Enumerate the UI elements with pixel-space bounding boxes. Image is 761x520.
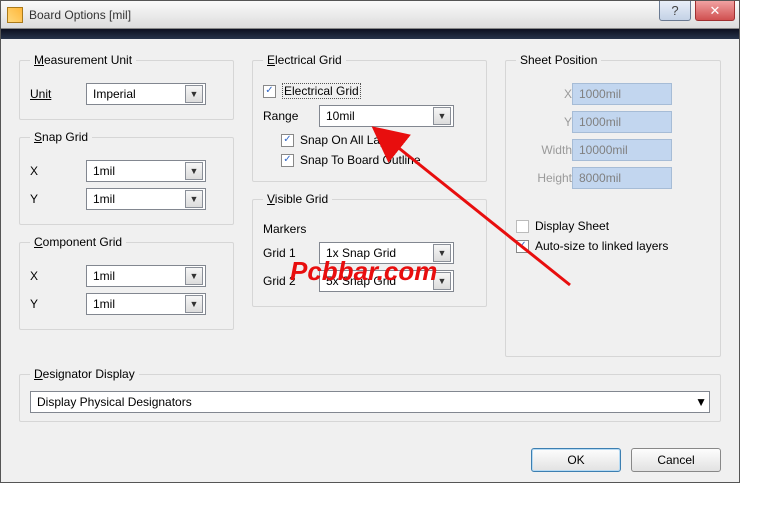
- electrical-grid-legend: Electrical Grid: [263, 53, 346, 67]
- window-title: Board Options [mil]: [29, 8, 131, 22]
- range-value: 10mil: [326, 109, 355, 123]
- sheet-position-legend: Sheet Position: [516, 53, 601, 67]
- designator-display-group: Designator Display Display Physical Desi…: [19, 367, 721, 422]
- unit-value: Imperial: [93, 87, 136, 101]
- chevron-down-icon: ▼: [185, 162, 203, 180]
- sheet-y-input[interactable]: 1000mil: [572, 111, 672, 133]
- designator-value: Display Physical Designators: [37, 395, 192, 409]
- cancel-button[interactable]: Cancel: [631, 448, 721, 472]
- autosize-label: Auto-size to linked layers: [535, 239, 668, 253]
- sheet-x-input[interactable]: 1000mil: [572, 83, 672, 105]
- checkbox-icon: ✓: [281, 134, 294, 147]
- close-button[interactable]: ✕: [695, 1, 735, 21]
- snap-x-value: 1mil: [93, 164, 115, 178]
- sheet-position-group: Sheet Position X 1000mil Y 1000mil Width…: [505, 53, 721, 357]
- comp-y-select[interactable]: 1mil ▼: [86, 293, 206, 315]
- sheet-width-input[interactable]: 10000mil: [572, 139, 672, 161]
- grid2-select[interactable]: 5x Snap Grid ▼: [319, 270, 454, 292]
- grid1-value: 1x Snap Grid: [326, 246, 396, 260]
- ok-button[interactable]: OK: [531, 448, 621, 472]
- help-button[interactable]: ?: [659, 1, 691, 21]
- checkbox-icon: ✓: [263, 85, 276, 98]
- checkbox-icon: ✓: [516, 240, 529, 253]
- designator-select[interactable]: Display Physical Designators ▼: [30, 391, 710, 413]
- app-icon: [7, 7, 23, 23]
- markers-label: Markers: [263, 222, 319, 236]
- component-grid-legend: Component Grid: [30, 235, 126, 249]
- electrical-grid-checkbox[interactable]: ✓ Electrical Grid: [263, 83, 476, 99]
- snap-board-outline-checkbox[interactable]: ✓ Snap To Board Outline: [281, 153, 476, 167]
- range-select[interactable]: 10mil ▼: [319, 105, 454, 127]
- comp-y-value: 1mil: [93, 297, 115, 311]
- electrical-grid-checkbox-label: Electrical Grid: [282, 83, 361, 99]
- titlebar: Board Options [mil] ? ✕: [1, 1, 739, 29]
- chevron-down-icon: ▼: [185, 85, 203, 103]
- comp-y-label: Y: [30, 297, 86, 311]
- snap-y-select[interactable]: 1mil ▼: [86, 188, 206, 210]
- grid2-value: 5x Snap Grid: [326, 274, 396, 288]
- visible-grid-legend: Visible Grid: [263, 192, 332, 206]
- checkbox-icon: [516, 220, 529, 233]
- snap-grid-group: Snap Grid X 1mil ▼ Y 1mil ▼: [19, 130, 234, 225]
- snap-board-label: Snap To Board Outline: [300, 153, 421, 167]
- unit-select[interactable]: Imperial ▼: [86, 83, 206, 105]
- grid1-label: Grid 1: [263, 246, 319, 260]
- unit-label: Unit: [30, 87, 86, 101]
- chevron-down-icon: ▼: [433, 107, 451, 125]
- chevron-down-icon: ▼: [433, 272, 451, 290]
- measurement-unit-group: Measurement Unit Unit Imperial ▼: [19, 53, 234, 120]
- grid2-label: Grid 2: [263, 274, 319, 288]
- chevron-down-icon: ▼: [185, 190, 203, 208]
- component-grid-group: Component Grid X 1mil ▼ Y 1mil ▼: [19, 235, 234, 330]
- sheet-height-input[interactable]: 8000mil: [572, 167, 672, 189]
- grid1-select[interactable]: 1x Snap Grid ▼: [319, 242, 454, 264]
- checkbox-icon: ✓: [281, 154, 294, 167]
- range-label: Range: [263, 109, 319, 123]
- snap-x-select[interactable]: 1mil ▼: [86, 160, 206, 182]
- snap-grid-legend: Snap Grid: [30, 130, 92, 144]
- snap-y-value: 1mil: [93, 192, 115, 206]
- sheet-width-label: Width: [516, 143, 572, 157]
- comp-x-select[interactable]: 1mil ▼: [86, 265, 206, 287]
- chevron-down-icon: ▼: [185, 267, 203, 285]
- designator-legend: Designator Display: [30, 367, 139, 381]
- ribbon-strip: [1, 29, 739, 39]
- chevron-down-icon: ▼: [695, 395, 707, 409]
- sheet-y-label: Y: [516, 115, 572, 129]
- snap-all-label: Snap On All Layer: [300, 133, 397, 147]
- snap-x-label: X: [30, 164, 86, 178]
- comp-x-value: 1mil: [93, 269, 115, 283]
- electrical-grid-group: Electrical Grid ✓ Electrical Grid Range …: [252, 53, 487, 182]
- display-sheet-checkbox[interactable]: Display Sheet: [516, 219, 710, 233]
- autosize-checkbox[interactable]: ✓ Auto-size to linked layers: [516, 239, 710, 253]
- comp-x-label: X: [30, 269, 86, 283]
- sheet-x-label: X: [516, 87, 572, 101]
- chevron-down-icon: ▼: [185, 295, 203, 313]
- display-sheet-label: Display Sheet: [535, 219, 609, 233]
- measurement-unit-legend: Measurement Unit: [30, 53, 136, 67]
- snap-y-label: Y: [30, 192, 86, 206]
- chevron-down-icon: ▼: [433, 244, 451, 262]
- visible-grid-group: Visible Grid Markers Grid 1 1x Snap Grid…: [252, 192, 487, 307]
- sheet-height-label: Height: [516, 171, 572, 185]
- snap-all-layers-checkbox[interactable]: ✓ Snap On All Layer: [281, 133, 476, 147]
